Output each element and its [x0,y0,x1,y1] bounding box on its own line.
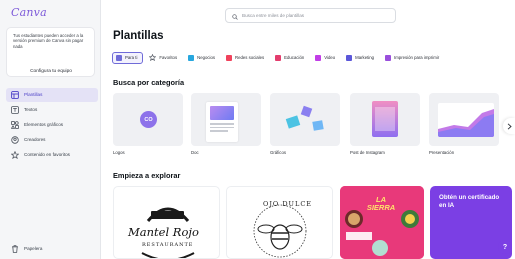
education-icon [275,54,282,61]
chip-label: Favoritos [159,55,178,60]
category-card-presentation[interactable]: Presentación [429,93,499,155]
chip-label: Educación [284,55,305,60]
chip-label: Para ti [125,55,138,60]
chip-for-you[interactable]: Para ti [112,51,144,64]
sidebar-item-creators[interactable]: Creadores [6,133,98,147]
chip-label: Video [324,55,336,60]
la-sierra-title: LA SIERRA [366,195,396,212]
category-card-instagram-post[interactable]: Post de Instagram [350,93,420,155]
graphic-shape [312,120,324,131]
sidebar-item-trash[interactable]: Papelera [10,244,42,253]
explore-card-mantel-rojo[interactable]: Mantel Rojo RESTAURANTE [113,186,220,259]
print-icon [385,54,392,61]
ai-certificate-text: Obtén un certificado en IA [439,194,500,209]
heart-icon [226,54,233,61]
setup-team-button[interactable]: Configura tu equipo [12,67,90,76]
sidebar-item-label: Plantillas [24,92,43,98]
help-button[interactable]: ? [498,240,512,254]
elements-icon [10,120,19,129]
chip-favorites[interactable]: Favoritos [146,52,182,64]
sidebar-nav: Plantillas Textos Elementos gráficos Cre… [6,88,98,163]
presentation-thumbnail [438,103,494,137]
document-thumbnail [206,102,238,142]
sidebar-item-templates[interactable]: Plantillas [6,88,98,102]
trash-label: Papelera [24,246,43,251]
category-card-graphics[interactable]: Gráficos [270,93,340,155]
chip-label: Impresión para imprimir [394,55,440,60]
chip-social-media[interactable]: Redes sociales [223,52,269,64]
sidebar-item-text[interactable]: Textos [6,103,98,117]
chip-marketing[interactable]: Marketing [343,52,379,64]
page-title: Plantillas [113,30,164,42]
video-icon [315,54,322,61]
category-card-doc[interactable]: Doc [191,93,261,155]
sidebar-item-label: Elementos gráficos [24,122,64,128]
sidebar-item-label: Contenido en favoritos [24,152,70,158]
chip-business[interactable]: Negocios [185,52,220,64]
category-label: Doc [191,150,199,155]
chip-education[interactable]: Educación [272,52,309,64]
sidebar-item-favorites[interactable]: Contenido en favoritos [6,148,98,162]
star-icon [149,54,157,61]
canva-logo[interactable]: Canva [11,6,47,19]
promo-text: Tus estudiantes pueden acceder a la vers… [13,33,84,49]
category-label: Post de Instagram [350,150,385,155]
star-icon [10,150,19,159]
chip-print[interactable]: Impresión para imprimir [382,52,444,64]
category-thumb: CO [113,93,183,146]
category-thumb [429,93,499,146]
sidebar: Canva Tus estudiantes pueden acceder a l… [0,0,101,259]
mantel-rojo-logo [141,207,195,258]
scroll-right-button[interactable] [503,118,515,134]
graphic-shape [300,105,313,118]
briefcase-icon [188,54,195,61]
sidebar-item-label: Creadores [24,137,46,143]
categories-heading: Busca por categoría [113,78,185,87]
mantel-rojo-subtitle: RESTAURANTE [142,242,194,248]
category-thumb [191,93,261,146]
chip-label: Marketing [355,55,375,60]
sparkle-icon [116,54,122,61]
question-mark-icon: ? [502,243,508,251]
instagram-thumbnail [372,101,398,137]
category-card-logos[interactable]: CO Logos [113,93,183,155]
chip-label: Negocios [197,55,216,60]
ojo-dulce-logo [253,204,307,258]
category-thumb [270,93,340,146]
search-icon [232,7,238,25]
chevron-right-icon [507,117,512,135]
search-bar[interactable]: Busca entre miles de plantillas [225,8,396,23]
explore-card-ojo-dulce[interactable]: OJO DULCE [226,186,333,259]
trash-icon [10,244,19,253]
filter-chips: Para ti Favoritos Negocios Redes sociale… [112,51,515,64]
search-input[interactable]: Busca entre miles de plantillas [242,13,304,18]
chip-video[interactable]: Video [312,52,340,64]
chip-label: Redes sociales [235,55,265,60]
explore-card-la-sierra[interactable]: LA SIERRA [340,186,424,259]
graphic-shape [285,115,301,129]
text-icon [10,105,19,114]
category-label: Presentación [429,150,455,155]
ojo-dulce-title: OJO DULCE [263,200,313,208]
logo-mark-icon: CO [140,111,157,128]
promo-card: Tus estudiantes pueden acceder a la vers… [6,27,95,77]
sidebar-item-label: Textos [24,107,38,113]
megaphone-icon [346,54,353,61]
category-thumb [350,93,420,146]
template-icon [10,90,19,99]
mantel-rojo-title: Mantel Rojo [128,225,199,239]
category-label: Logos [113,150,125,155]
creators-icon [10,135,19,144]
explore-heading: Empieza a explorar [113,171,181,180]
category-label: Gráficos [270,150,286,155]
sidebar-item-elements[interactable]: Elementos gráficos [6,118,98,132]
